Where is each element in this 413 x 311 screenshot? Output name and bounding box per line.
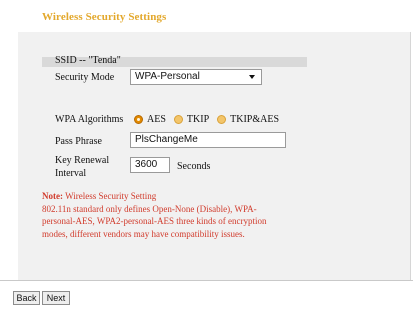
security-note: Note: Wireless Security Setting 802.11n … [42,190,322,240]
pass-phrase-input[interactable]: PlsChangeMe [130,132,286,148]
security-mode-label: Security Mode [55,72,115,83]
note-line1: Note: Wireless Security Setting [42,190,322,203]
radio-aes[interactable] [134,114,143,124]
key-renewal-label-line2: Interval [55,168,87,179]
radio-tkip-aes-label: TKIP&AES [230,113,280,125]
note-line4: modes, different vendors may have compat… [42,228,245,239]
key-renewal-label-line1: Key Renewal [55,155,110,166]
security-mode-select[interactable]: WPA-Personal [130,69,262,85]
back-button[interactable]: Back [13,291,40,305]
note-heading: Note: [42,191,63,201]
radio-tkip-label: TKIP [186,113,210,125]
chevron-down-icon [249,75,255,79]
wpa-algorithms-label: WPA Algorithms [55,114,124,125]
pass-phrase-label: Pass Phrase [55,136,102,147]
key-renewal-label: Key Renewal Interval [55,154,109,180]
key-renewal-unit: Seconds [177,161,211,172]
wpa-algorithms-radio-group: AES TKIP TKIP&AES [134,113,287,125]
ssid-label: SSID -- "Tenda" [55,55,121,66]
radio-tkip-aes[interactable] [217,114,227,124]
page-title: Wireless Security Settings [42,11,167,23]
key-renewal-input[interactable]: 3600 [130,157,170,173]
note-line3: personal-AES, WPA2-personal-AES three ki… [42,216,267,226]
radio-tkip[interactable] [173,114,183,124]
note-line2: 802.11n standard only defines Open-None … [42,203,257,214]
note-line1-text: Wireless Security Setting [63,191,157,201]
radio-aes-label: AES [147,113,166,125]
security-mode-value: WPA-Personal [135,71,200,82]
panel-border [410,32,411,280]
header-band: Wireless Security Settings [0,0,413,32]
next-button[interactable]: Next [42,291,70,305]
